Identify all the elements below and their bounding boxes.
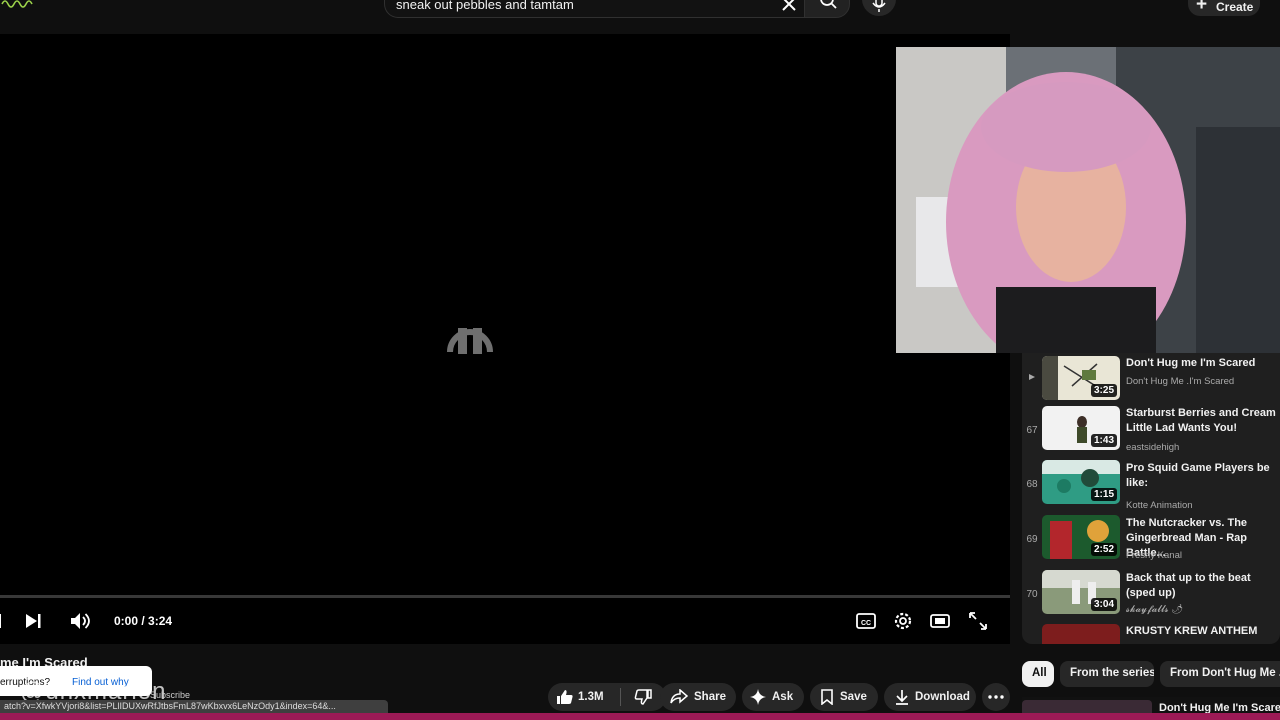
- webcam-overlay: [896, 47, 1280, 353]
- download-label: Download: [915, 691, 970, 703]
- playlist-item-title[interactable]: KRUSTY KREW ANTHEM: [1126, 624, 1280, 639]
- playlist-item-title[interactable]: Back that up to the beat (sped up): [1126, 571, 1280, 601]
- captions-icon[interactable]: CC: [852, 607, 880, 635]
- playlist-item-title[interactable]: Pro Squid Game Players be like:: [1126, 461, 1280, 491]
- download-icon: [896, 690, 908, 705]
- play-icon[interactable]: [0, 607, 12, 635]
- video-thumbnail[interactable]: 1:15: [1042, 460, 1120, 504]
- next-icon[interactable]: [19, 607, 47, 635]
- playlist-item[interactable]: 3:25 Don't Hug me I'm Scared Don't Hug M…: [1022, 353, 1280, 407]
- video-thumbnail[interactable]: 3:25: [1042, 356, 1120, 400]
- chip-all[interactable]: All: [1022, 661, 1054, 687]
- playlist-item-title[interactable]: Starburst Berries and Cream Little Lad W…: [1126, 406, 1280, 436]
- playlist-item[interactable]: 70 3:04 Back that up to the beat (sped u…: [1022, 569, 1280, 623]
- theater-mode-icon[interactable]: [926, 607, 954, 635]
- playlist-item[interactable]: KRUSTY KREW ANTHEM: [1022, 623, 1280, 644]
- duration-badge: 2:52: [1090, 543, 1117, 556]
- video-thumbnail[interactable]: 3:04: [1042, 570, 1120, 614]
- status-url: atch?v=XfwkYVjori8&list=PLlIDUXwRfJtbsFm…: [0, 700, 388, 713]
- share-label: Share: [694, 691, 726, 703]
- duration-badge: 1:43: [1090, 434, 1117, 447]
- like-button[interactable]: 1.3M: [548, 683, 620, 711]
- settings-gear-icon[interactable]: [889, 607, 917, 635]
- ask-button[interactable]: Ask: [742, 683, 804, 711]
- search-query-text[interactable]: sneak out pebbles and tamtam: [396, 0, 574, 12]
- playlist-item-channel[interactable]: Kotte Animation: [1126, 500, 1193, 511]
- sparkle-icon: [750, 689, 766, 705]
- duration-badge: 3:04: [1090, 598, 1117, 611]
- playlist-index: 70: [1026, 589, 1038, 600]
- thumbs-down-icon: [634, 689, 652, 705]
- save-button[interactable]: Save: [810, 683, 878, 711]
- search-icon: [820, 0, 837, 9]
- voice-search-button[interactable]: [862, 0, 896, 16]
- more-actions-button[interactable]: [982, 683, 1010, 711]
- ask-label: Ask: [772, 691, 794, 703]
- playlist-item[interactable]: 67 1:43 Starburst Berries and Cream Litt…: [1022, 405, 1280, 459]
- bookmark-icon: [821, 689, 833, 705]
- time-display: 0:00 / 3:24: [114, 614, 173, 628]
- video-thumbnail[interactable]: [1042, 624, 1120, 644]
- playlist-item-channel[interactable]: eastsidehigh: [1126, 442, 1179, 453]
- video-thumbnail[interactable]: 2:52: [1042, 515, 1120, 559]
- playlist-index: 67: [1026, 425, 1038, 436]
- volume-icon[interactable]: [66, 607, 94, 635]
- svg-text:CC: CC: [861, 620, 871, 627]
- like-count: 1.3M: [578, 691, 604, 703]
- related-thumbnail[interactable]: [1022, 700, 1152, 713]
- video-player[interactable]: [0, 34, 1010, 644]
- playlist-item-title[interactable]: Don't Hug me I'm Scared: [1126, 356, 1280, 371]
- logo-icon[interactable]: [0, 0, 34, 12]
- thumbs-up-icon: [557, 690, 573, 704]
- playlist-index: 69: [1026, 534, 1038, 545]
- fullscreen-icon[interactable]: [964, 607, 992, 635]
- download-button[interactable]: Download: [884, 683, 976, 711]
- search-button[interactable]: [804, 0, 850, 18]
- save-label: Save: [840, 691, 867, 703]
- microphone-icon: [872, 0, 886, 12]
- progress-bar[interactable]: [0, 595, 1010, 598]
- playlist-item-channel[interactable]: Don't Hug Me .I'm Scared: [1126, 376, 1234, 387]
- subscribe-button[interactable]: Subscribe: [150, 690, 190, 700]
- playlist-item[interactable]: 68 1:15 Pro Squid Game Players be like: …: [1022, 459, 1280, 513]
- playlist-item[interactable]: 69 2:52 The Nutcracker vs. The Gingerbre…: [1022, 514, 1280, 568]
- more-horizontal-icon: [988, 695, 1004, 699]
- duration-badge: 3:25: [1090, 384, 1117, 397]
- clear-search-icon[interactable]: [780, 0, 798, 14]
- playlist-panel: 3:25 Don't Hug me I'm Scared Don't Hug M…: [1022, 353, 1280, 644]
- chip-from-series[interactable]: From the series: [1060, 661, 1154, 687]
- chip-from-channel[interactable]: From Don't Hug Me .I'm: [1160, 661, 1280, 687]
- playlist-index: 68: [1026, 479, 1038, 490]
- now-playing-icon: [1029, 374, 1035, 380]
- plus-icon: +: [1196, 0, 1208, 15]
- video-thumbnail[interactable]: 1:43: [1042, 406, 1120, 450]
- like-dislike-group: 1.3M: [548, 683, 666, 711]
- stream-border: [0, 713, 1280, 720]
- share-button[interactable]: Share: [660, 683, 736, 711]
- duration-badge: 1:15: [1090, 488, 1117, 501]
- playlist-item-channel[interactable]: Freshy Kanal: [1126, 550, 1182, 561]
- share-icon: [670, 689, 688, 704]
- loading-spinner-icon: [447, 328, 493, 354]
- playlist-item-channel[interactable]: 𝓼𝓴𝓪𝔂𝓯𝓪𝓵𝓵𝓼 🌶: [1126, 604, 1183, 615]
